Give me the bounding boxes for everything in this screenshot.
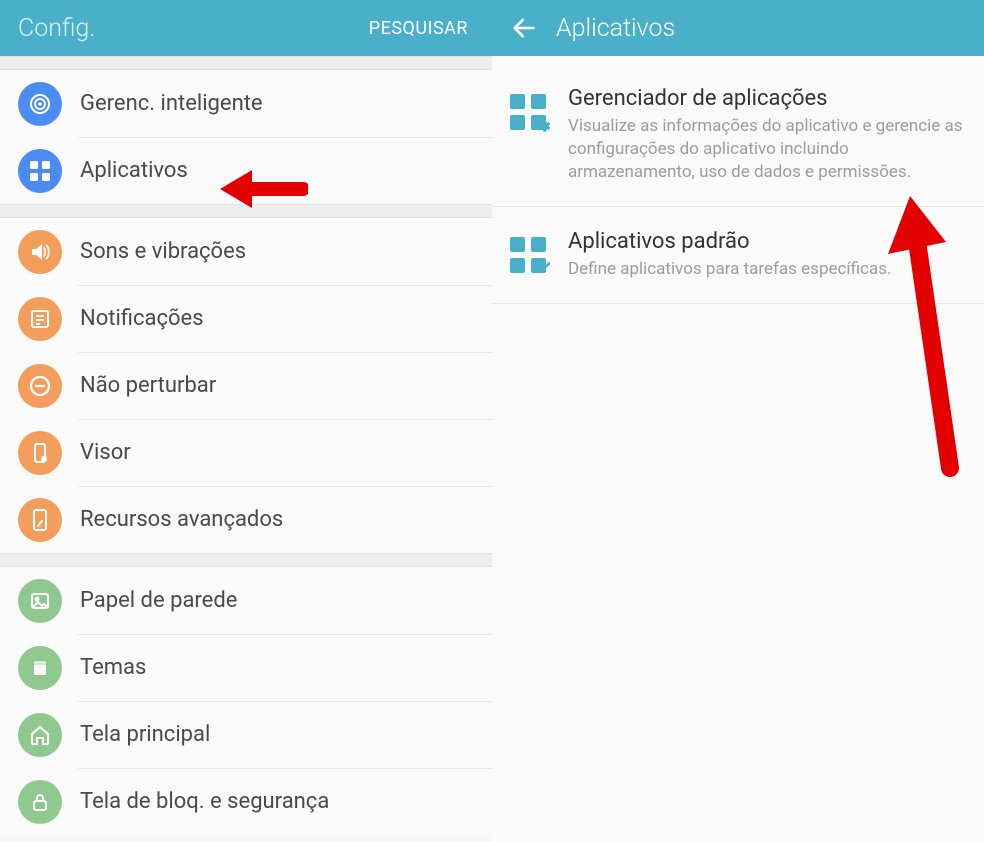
back-button[interactable]	[510, 14, 538, 42]
section-divider	[0, 56, 492, 70]
detail-gerenciador-aplicacoes[interactable]: Gerenciador de aplicações Visualize as i…	[492, 64, 984, 207]
detail-title: Gerenciador de aplicações	[568, 86, 972, 111]
setting-label: Aplicativos	[80, 158, 188, 183]
detail-subtitle: Visualize as informações do aplicativo e…	[568, 115, 972, 184]
sound-icon	[18, 230, 62, 274]
setting-visor[interactable]: Visor	[0, 419, 492, 486]
notification-icon	[18, 297, 62, 341]
setting-label: Recursos avançados	[80, 507, 283, 532]
setting-tela-principal[interactable]: Tela principal	[0, 701, 492, 768]
setting-label: Papel de parede	[80, 588, 237, 613]
setting-label: Notificações	[80, 306, 204, 331]
grid-icon	[18, 149, 62, 193]
detail-aplicativos-padrao[interactable]: Aplicativos padrão Define aplicativos pa…	[492, 207, 984, 304]
target-icon	[18, 82, 62, 126]
detail-title: Aplicativos padrão	[568, 229, 891, 254]
section-divider	[0, 204, 492, 218]
display-icon	[18, 431, 62, 475]
setting-label: Sons e vibrações	[80, 239, 246, 264]
setting-label: Não perturbar	[80, 373, 216, 398]
setting-label: Tela de bloq. e segurança	[80, 789, 329, 814]
wallpaper-icon	[18, 579, 62, 623]
setting-aplicativos[interactable]: Aplicativos	[0, 137, 492, 204]
detail-subtitle: Define aplicativos para tarefas específi…	[568, 258, 891, 281]
dnd-icon	[18, 364, 62, 408]
settings-right-panel: Aplicativos Gerenciador de aplicações Vi…	[492, 0, 984, 842]
setting-label: Temas	[80, 655, 146, 680]
setting-tela-bloq-seguranca[interactable]: Tela de bloq. e segurança	[0, 768, 492, 835]
setting-gerenc-inteligente[interactable]: Gerenc. inteligente	[0, 70, 492, 137]
header-aplicativos: Aplicativos	[492, 0, 984, 56]
setting-papel-parede[interactable]: Papel de parede	[0, 567, 492, 634]
setting-label: Tela principal	[80, 722, 210, 747]
settings-left-panel: Config. PESQUISAR Gerenc. inteligente Ap…	[0, 0, 492, 842]
header-config: Config. PESQUISAR	[0, 0, 492, 56]
default-apps-icon	[510, 237, 550, 277]
themes-icon	[18, 646, 62, 690]
header-title: Config.	[18, 14, 95, 43]
setting-recursos-avancados[interactable]: Recursos avançados	[0, 486, 492, 553]
setting-label: Visor	[80, 440, 131, 465]
setting-sons-vibracoes[interactable]: Sons e vibrações	[0, 218, 492, 285]
app-manager-icon	[510, 94, 550, 134]
home-icon	[18, 713, 62, 757]
right-content: Gerenciador de aplicações Visualize as i…	[492, 56, 984, 304]
search-button[interactable]: PESQUISAR	[369, 18, 474, 39]
setting-nao-perturbar[interactable]: Não perturbar	[0, 352, 492, 419]
lock-icon	[18, 780, 62, 824]
header-title: Aplicativos	[556, 14, 675, 43]
advanced-icon	[18, 498, 62, 542]
setting-label: Gerenc. inteligente	[80, 91, 263, 116]
detail-text: Gerenciador de aplicações Visualize as i…	[568, 86, 972, 184]
detail-text: Aplicativos padrão Define aplicativos pa…	[568, 229, 891, 281]
setting-notificacoes[interactable]: Notificações	[0, 285, 492, 352]
setting-temas[interactable]: Temas	[0, 634, 492, 701]
section-divider	[0, 553, 492, 567]
